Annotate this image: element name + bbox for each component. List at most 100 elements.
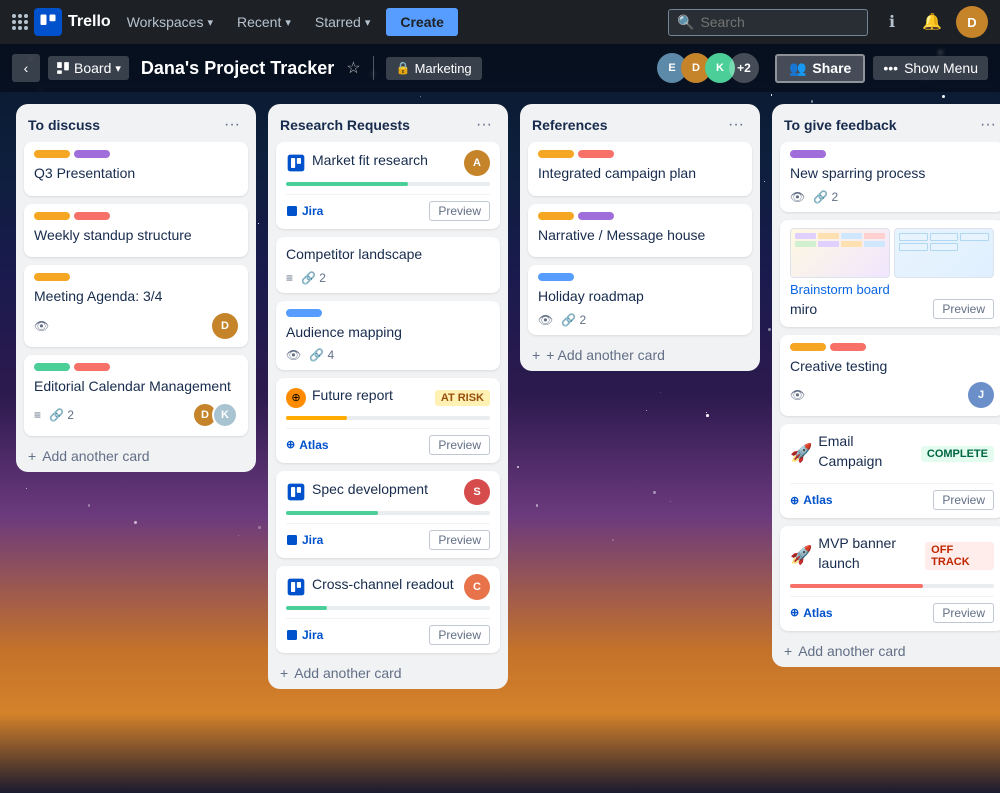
card-new-sparring[interactable]: New sparring process 👁 🔗 2 [780,142,1000,212]
card-editorial-calendar[interactable]: Editorial Calendar Management ≡ 🔗 2 D K [24,355,248,437]
card-email-campaign[interactable]: 🚀 Email Campaign COMPLETE ⊕ Atlas Previe… [780,424,1000,518]
search-box[interactable]: 🔍 [668,9,868,36]
card-footer: 👁 D [34,313,238,339]
jira-icon [286,153,306,173]
card-future-report[interactable]: ⊕ Future report AT RISK ⊕ Atlas Preview [276,378,500,463]
label-purple [74,150,110,158]
card-holiday-roadmap[interactable]: Holiday roadmap 👁 🔗 2 [528,265,752,335]
checklist-icon: ≡ [286,271,293,285]
card-creative-testing[interactable]: Creative testing 👁 J [780,335,1000,417]
recent-button[interactable]: Recent ▾ [229,10,299,34]
progress-bar [286,511,490,515]
rocket-icon: 🚀 [790,443,812,464]
trello-logo[interactable]: Trello [34,8,111,36]
attachment-icon: 🔗 2 [49,408,74,422]
column-title: References [532,117,608,133]
back-button[interactable]: ‹ [12,54,40,82]
card-q3-presentation[interactable]: Q3 Presentation [24,142,248,196]
card-brainstorm-miro[interactable]: Brainstorm board miro Preview [780,220,1000,327]
progress-fill [286,511,378,515]
notifications-button[interactable]: 🔔 [916,6,948,38]
card-narrative-message[interactable]: Narrative / Message house [528,204,752,258]
show-menu-button[interactable]: ••• Show Menu [873,56,988,80]
preview-button[interactable]: Preview [933,603,994,623]
card-labels [34,273,238,281]
card-integration: Jira Preview [286,194,490,221]
card-competitor[interactable]: Competitor landscape ≡ 🔗 2 [276,237,500,293]
user-avatar[interactable]: D [956,6,988,38]
miro-app-label: miro [790,301,817,317]
card-labels [538,212,742,220]
top-navigation: Trello Workspaces ▾ Recent ▾ Starred ▾ C… [0,0,1000,44]
watch-icon: 👁 [790,190,805,204]
preview-button[interactable]: Preview [429,530,490,550]
bell-icon: 🔔 [922,12,942,32]
card-meta: ≡ 🔗 2 [34,408,74,422]
jira-icon [286,482,306,502]
progress-bar [790,584,994,588]
progress-fill [286,416,347,420]
column-menu-button[interactable]: ··· [976,114,1000,136]
add-card-button[interactable]: + Add another card [16,440,256,472]
card-title: Market fit research [312,151,428,171]
grid-menu-icon[interactable] [12,14,26,30]
card-meta: 👁 🔗 2 [538,313,742,327]
workspace-button[interactable]: 🔒 Marketing [386,57,482,80]
column-title: To discuss [28,117,100,133]
card-audience-mapping[interactable]: Audience mapping 👁 🔗 4 [276,301,500,371]
card-avatars: D K [192,402,238,428]
star-icon[interactable]: ☆ [346,58,360,78]
workspaces-button[interactable]: Workspaces ▾ [119,10,221,34]
card-cross-channel[interactable]: Cross-channel readout C Jira Preview [276,566,500,653]
card-avatar: S [464,479,490,505]
preview-button[interactable]: Preview [429,201,490,221]
search-input[interactable] [700,14,840,30]
card-spec-development[interactable]: Spec development S Jira Preview [276,471,500,558]
starred-button[interactable]: Starred ▾ [307,10,378,34]
column-feedback: To give feedback ··· New sparring proces… [772,104,1000,667]
column-menu-button[interactable]: ··· [472,114,496,136]
add-card-button[interactable]: + + Add another card [520,339,760,371]
card-integrated-campaign[interactable]: Integrated campaign plan [528,142,752,196]
column-menu-button[interactable]: ··· [724,114,748,136]
card-labels [34,212,238,220]
lock-icon: 🔒 [396,61,411,75]
card-avatar: C [464,574,490,600]
label-red [74,363,110,371]
board-navigation: ‹ Board ▾ Dana's Project Tracker ☆ 🔒 Mar… [0,44,1000,92]
board-type-button[interactable]: Board ▾ [48,56,129,80]
board-content: To discuss ··· Q3 Presentation [0,92,1000,793]
progress-fill [790,584,923,588]
member-count[interactable]: +2 [729,53,759,83]
column-menu-button[interactable]: ··· [220,114,244,136]
share-button[interactable]: 👥 Share [775,54,865,83]
preview-button[interactable]: Preview [933,490,994,510]
card-title: Audience mapping [286,323,490,343]
card-market-fit[interactable]: Market fit research A Jira Preview [276,142,500,229]
preview-button[interactable]: Preview [429,435,490,455]
card-weekly-standup[interactable]: Weekly standup structure [24,204,248,258]
card-meeting-agenda[interactable]: Meeting Agenda: 3/4 👁 D [24,265,248,347]
preview-button[interactable]: Preview [933,299,994,319]
column-header-references: References ··· [520,104,760,142]
label-orange [34,273,70,281]
card-integration: ⊕ Atlas Preview [790,483,994,510]
add-card-button[interactable]: + Add another card [268,657,508,689]
member-avatars: E D K +2 [657,53,759,83]
card-mvp-banner[interactable]: 🚀 MVP banner launch OFF TRACK ⊕ Atlas Pr… [780,526,1000,630]
label-red [74,212,110,220]
card-labels [790,150,994,158]
card-integration: ⊕ Atlas Preview [286,428,490,455]
card-title: Holiday roadmap [538,287,742,307]
add-card-button[interactable]: + Add another card [772,635,1000,667]
preview-button[interactable]: Preview [429,625,490,645]
watch-icon: 👁 [538,313,553,327]
jira-icon [286,577,306,597]
column-cards: Q3 Presentation Weekly standup structure… [16,142,256,440]
card-meta: 👁 🔗 4 [286,348,490,362]
info-button[interactable]: ℹ [876,6,908,38]
create-button[interactable]: Create [386,8,458,36]
brainstorm-link[interactable]: Brainstorm board [790,282,994,297]
search-icon: 🔍 [677,14,694,31]
card-labels [538,273,742,281]
